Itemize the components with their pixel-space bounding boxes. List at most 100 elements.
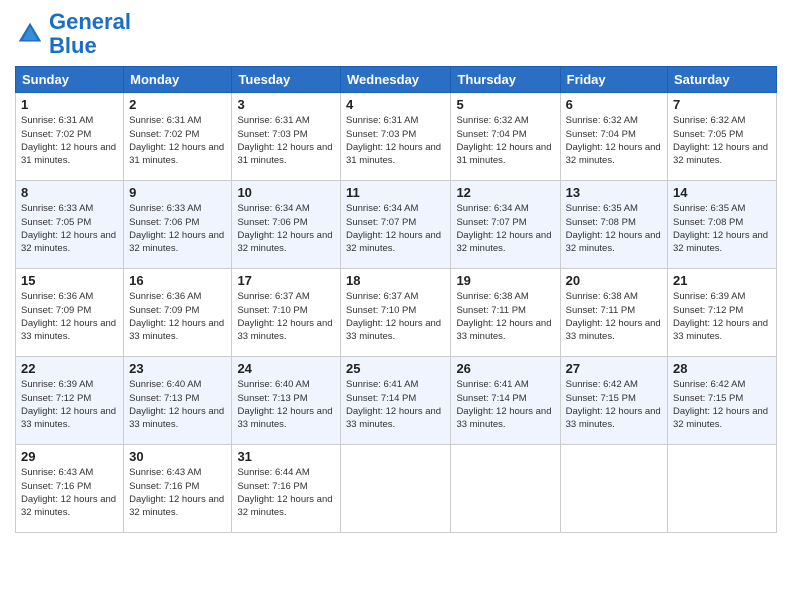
calendar-week-5: 29 Sunrise: 6:43 AMSunset: 7:16 PMDaylig…	[16, 445, 777, 533]
day-number: 17	[237, 273, 335, 288]
day-info: Sunrise: 6:36 AMSunset: 7:09 PMDaylight:…	[21, 291, 116, 342]
calendar-cell: 13 Sunrise: 6:35 AMSunset: 7:08 PMDaylig…	[560, 181, 667, 269]
day-number: 11	[346, 185, 445, 200]
day-info: Sunrise: 6:32 AMSunset: 7:04 PMDaylight:…	[456, 115, 551, 166]
day-number: 7	[673, 97, 771, 112]
calendar-cell: 29 Sunrise: 6:43 AMSunset: 7:16 PMDaylig…	[16, 445, 124, 533]
logo-icon	[15, 19, 45, 49]
day-info: Sunrise: 6:31 AMSunset: 7:03 PMDaylight:…	[346, 115, 441, 166]
calendar-week-3: 15 Sunrise: 6:36 AMSunset: 7:09 PMDaylig…	[16, 269, 777, 357]
calendar-cell: 8 Sunrise: 6:33 AMSunset: 7:05 PMDayligh…	[16, 181, 124, 269]
calendar-table: SundayMondayTuesdayWednesdayThursdayFrid…	[15, 66, 777, 533]
day-number: 29	[21, 449, 118, 464]
calendar-cell	[341, 445, 451, 533]
day-number: 5	[456, 97, 554, 112]
day-number: 15	[21, 273, 118, 288]
day-info: Sunrise: 6:40 AMSunset: 7:13 PMDaylight:…	[237, 379, 332, 430]
logo-text: General Blue	[49, 10, 131, 58]
day-number: 12	[456, 185, 554, 200]
calendar-cell: 4 Sunrise: 6:31 AMSunset: 7:03 PMDayligh…	[341, 93, 451, 181]
day-number: 20	[566, 273, 662, 288]
day-info: Sunrise: 6:31 AMSunset: 7:02 PMDaylight:…	[129, 115, 224, 166]
calendar-cell: 30 Sunrise: 6:43 AMSunset: 7:16 PMDaylig…	[124, 445, 232, 533]
day-info: Sunrise: 6:36 AMSunset: 7:09 PMDaylight:…	[129, 291, 224, 342]
day-info: Sunrise: 6:43 AMSunset: 7:16 PMDaylight:…	[129, 467, 224, 518]
calendar-cell	[668, 445, 777, 533]
calendar-cell: 3 Sunrise: 6:31 AMSunset: 7:03 PMDayligh…	[232, 93, 341, 181]
day-info: Sunrise: 6:43 AMSunset: 7:16 PMDaylight:…	[21, 467, 116, 518]
calendar-header-row: SundayMondayTuesdayWednesdayThursdayFrid…	[16, 67, 777, 93]
day-info: Sunrise: 6:39 AMSunset: 7:12 PMDaylight:…	[21, 379, 116, 430]
day-info: Sunrise: 6:37 AMSunset: 7:10 PMDaylight:…	[237, 291, 332, 342]
calendar-cell: 11 Sunrise: 6:34 AMSunset: 7:07 PMDaylig…	[341, 181, 451, 269]
day-number: 6	[566, 97, 662, 112]
day-info: Sunrise: 6:41 AMSunset: 7:14 PMDaylight:…	[456, 379, 551, 430]
day-info: Sunrise: 6:35 AMSunset: 7:08 PMDaylight:…	[566, 203, 661, 254]
calendar-cell	[560, 445, 667, 533]
calendar-week-2: 8 Sunrise: 6:33 AMSunset: 7:05 PMDayligh…	[16, 181, 777, 269]
calendar-cell: 22 Sunrise: 6:39 AMSunset: 7:12 PMDaylig…	[16, 357, 124, 445]
calendar-header-thursday: Thursday	[451, 67, 560, 93]
day-number: 18	[346, 273, 445, 288]
calendar-cell: 24 Sunrise: 6:40 AMSunset: 7:13 PMDaylig…	[232, 357, 341, 445]
day-info: Sunrise: 6:41 AMSunset: 7:14 PMDaylight:…	[346, 379, 441, 430]
day-number: 30	[129, 449, 226, 464]
calendar-cell: 2 Sunrise: 6:31 AMSunset: 7:02 PMDayligh…	[124, 93, 232, 181]
day-number: 3	[237, 97, 335, 112]
day-number: 2	[129, 97, 226, 112]
calendar-cell: 26 Sunrise: 6:41 AMSunset: 7:14 PMDaylig…	[451, 357, 560, 445]
calendar-header-friday: Friday	[560, 67, 667, 93]
calendar-cell: 17 Sunrise: 6:37 AMSunset: 7:10 PMDaylig…	[232, 269, 341, 357]
calendar-cell: 1 Sunrise: 6:31 AMSunset: 7:02 PMDayligh…	[16, 93, 124, 181]
day-number: 21	[673, 273, 771, 288]
calendar-header-monday: Monday	[124, 67, 232, 93]
calendar-cell: 10 Sunrise: 6:34 AMSunset: 7:06 PMDaylig…	[232, 181, 341, 269]
day-number: 9	[129, 185, 226, 200]
day-number: 10	[237, 185, 335, 200]
logo-blue: Blue	[49, 33, 97, 58]
day-info: Sunrise: 6:31 AMSunset: 7:03 PMDaylight:…	[237, 115, 332, 166]
day-info: Sunrise: 6:34 AMSunset: 7:07 PMDaylight:…	[456, 203, 551, 254]
calendar-cell: 7 Sunrise: 6:32 AMSunset: 7:05 PMDayligh…	[668, 93, 777, 181]
calendar-cell: 9 Sunrise: 6:33 AMSunset: 7:06 PMDayligh…	[124, 181, 232, 269]
calendar-header-wednesday: Wednesday	[341, 67, 451, 93]
day-number: 23	[129, 361, 226, 376]
calendar-body: 1 Sunrise: 6:31 AMSunset: 7:02 PMDayligh…	[16, 93, 777, 533]
day-number: 24	[237, 361, 335, 376]
day-info: Sunrise: 6:38 AMSunset: 7:11 PMDaylight:…	[566, 291, 661, 342]
calendar-cell: 5 Sunrise: 6:32 AMSunset: 7:04 PMDayligh…	[451, 93, 560, 181]
day-number: 22	[21, 361, 118, 376]
day-info: Sunrise: 6:32 AMSunset: 7:05 PMDaylight:…	[673, 115, 768, 166]
day-number: 31	[237, 449, 335, 464]
calendar-cell: 20 Sunrise: 6:38 AMSunset: 7:11 PMDaylig…	[560, 269, 667, 357]
day-info: Sunrise: 6:33 AMSunset: 7:05 PMDaylight:…	[21, 203, 116, 254]
day-info: Sunrise: 6:34 AMSunset: 7:07 PMDaylight:…	[346, 203, 441, 254]
calendar-header-saturday: Saturday	[668, 67, 777, 93]
calendar-cell: 6 Sunrise: 6:32 AMSunset: 7:04 PMDayligh…	[560, 93, 667, 181]
day-info: Sunrise: 6:37 AMSunset: 7:10 PMDaylight:…	[346, 291, 441, 342]
calendar-cell: 12 Sunrise: 6:34 AMSunset: 7:07 PMDaylig…	[451, 181, 560, 269]
day-info: Sunrise: 6:32 AMSunset: 7:04 PMDaylight:…	[566, 115, 661, 166]
calendar-cell	[451, 445, 560, 533]
day-info: Sunrise: 6:34 AMSunset: 7:06 PMDaylight:…	[237, 203, 332, 254]
calendar-cell: 28 Sunrise: 6:42 AMSunset: 7:15 PMDaylig…	[668, 357, 777, 445]
calendar-cell: 16 Sunrise: 6:36 AMSunset: 7:09 PMDaylig…	[124, 269, 232, 357]
day-number: 28	[673, 361, 771, 376]
day-number: 19	[456, 273, 554, 288]
day-info: Sunrise: 6:38 AMSunset: 7:11 PMDaylight:…	[456, 291, 551, 342]
calendar-cell: 21 Sunrise: 6:39 AMSunset: 7:12 PMDaylig…	[668, 269, 777, 357]
day-info: Sunrise: 6:42 AMSunset: 7:15 PMDaylight:…	[673, 379, 768, 430]
day-info: Sunrise: 6:39 AMSunset: 7:12 PMDaylight:…	[673, 291, 768, 342]
calendar-header-sunday: Sunday	[16, 67, 124, 93]
page-container: General Blue SundayMondayTuesdayWednesda…	[0, 0, 792, 543]
day-number: 1	[21, 97, 118, 112]
day-number: 4	[346, 97, 445, 112]
logo-general: General	[49, 9, 131, 34]
day-info: Sunrise: 6:44 AMSunset: 7:16 PMDaylight:…	[237, 467, 332, 518]
day-number: 27	[566, 361, 662, 376]
calendar-week-4: 22 Sunrise: 6:39 AMSunset: 7:12 PMDaylig…	[16, 357, 777, 445]
calendar-cell: 14 Sunrise: 6:35 AMSunset: 7:08 PMDaylig…	[668, 181, 777, 269]
calendar-week-1: 1 Sunrise: 6:31 AMSunset: 7:02 PMDayligh…	[16, 93, 777, 181]
day-number: 25	[346, 361, 445, 376]
day-info: Sunrise: 6:42 AMSunset: 7:15 PMDaylight:…	[566, 379, 661, 430]
